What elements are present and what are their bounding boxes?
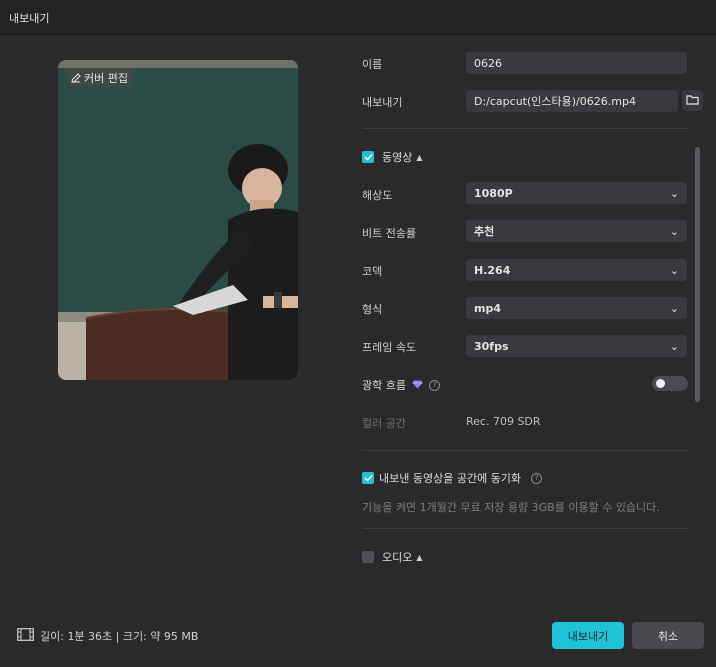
chevron-down-icon: ⌄ <box>669 224 679 238</box>
export-button[interactable]: 내보내기 <box>552 622 624 649</box>
sync-row[interactable]: 내보낸 동영상을 공간에 동기화 ? <box>362 470 543 486</box>
title-bar: 내보내기 <box>0 0 716 35</box>
bitrate-value: 추천 <box>474 225 495 238</box>
cancel-button[interactable]: 취소 <box>632 622 704 649</box>
divider <box>362 528 688 529</box>
codec-label: 코덱 <box>362 265 383 278</box>
video-section-label: 동영상 <box>382 151 413 164</box>
name-label: 이름 <box>362 58 383 71</box>
folder-icon <box>686 94 699 108</box>
diamond-icon <box>412 379 423 392</box>
toggle-knob <box>656 379 665 388</box>
resolution-label: 해상도 <box>362 189 393 202</box>
browse-folder-button[interactable] <box>682 90 703 111</box>
cover-edit-button[interactable]: 커버 편집 <box>66 68 134 87</box>
video-preview: 커버 편집 <box>58 60 298 380</box>
chevron-down-icon: ⌄ <box>669 301 679 315</box>
color-space-label: 컬러 공간 <box>362 417 406 430</box>
sync-description: 기능을 켜면 1개월간 무료 저장 용량 3GB를 이용할 수 있습니다. <box>362 501 660 514</box>
video-section-header[interactable]: 동영상 ▲ <box>362 149 423 165</box>
chevron-down-icon: ⌄ <box>669 339 679 353</box>
export-info: 길이: 1분 36초 | 크기: 약 95 MB <box>17 628 198 644</box>
format-label: 형식 <box>362 303 383 316</box>
sync-checkbox[interactable] <box>362 472 374 484</box>
optical-flow-label: 광학 흐름 <box>362 379 406 392</box>
info-icon[interactable]: ? <box>428 379 440 391</box>
framerate-select[interactable]: 30fps ⌄ <box>466 335 687 357</box>
window-title: 내보내기 <box>9 12 50 25</box>
scrollbar[interactable] <box>695 147 700 402</box>
sync-label: 내보낸 동영상을 공간에 동기화 <box>379 472 522 485</box>
name-value: 0626 <box>474 56 502 70</box>
divider <box>362 128 688 129</box>
duration-size-text: 길이: 1분 36초 | 크기: 약 95 MB <box>40 630 199 643</box>
optical-flow-row: 광학 흐름 ? <box>362 377 440 393</box>
framerate-label: 프레임 속도 <box>362 341 417 354</box>
export-path-input[interactable]: D:/capcut(인스타용)/0626.mp4 <box>466 90 678 112</box>
video-checkbox[interactable] <box>362 151 374 163</box>
checkmark-icon <box>363 474 373 482</box>
codec-select[interactable]: H.264 ⌄ <box>466 259 687 281</box>
resolution-select[interactable]: 1080P ⌄ <box>466 182 687 204</box>
format-select[interactable]: mp4 ⌄ <box>466 297 687 319</box>
chevron-down-icon: ⌄ <box>669 263 679 277</box>
name-input[interactable]: 0626 <box>466 52 687 74</box>
cover-edit-label: 커버 편집 <box>84 71 128 85</box>
audio-section-label: 오디오 <box>382 551 413 564</box>
info-icon[interactable]: ? <box>531 472 543 484</box>
bitrate-select[interactable]: 추천 ⌄ <box>466 220 687 242</box>
codec-value: H.264 <box>474 263 511 277</box>
chevron-down-icon: ⌄ <box>669 186 679 200</box>
framerate-value: 30fps <box>474 339 509 353</box>
audio-section-header[interactable]: 오디오 ▲ <box>362 549 423 565</box>
optical-flow-toggle[interactable] <box>652 376 688 391</box>
color-space-value: Rec. 709 SDR <box>466 415 541 428</box>
pencil-icon <box>71 72 81 83</box>
export-path-value: D:/capcut(인스타용)/0626.mp4 <box>474 95 636 108</box>
collapse-caret-icon: ▲ <box>416 152 423 162</box>
bitrate-label: 비트 전송률 <box>362 227 417 240</box>
preview-image <box>58 60 298 380</box>
film-icon <box>17 628 34 644</box>
divider <box>362 450 688 451</box>
audio-checkbox[interactable] <box>362 551 374 563</box>
checkmark-icon <box>363 153 373 161</box>
export-path-label: 내보내기 <box>362 96 403 109</box>
format-value: mp4 <box>474 301 501 315</box>
resolution-value: 1080P <box>474 186 513 200</box>
collapse-caret-icon: ▲ <box>416 552 423 562</box>
